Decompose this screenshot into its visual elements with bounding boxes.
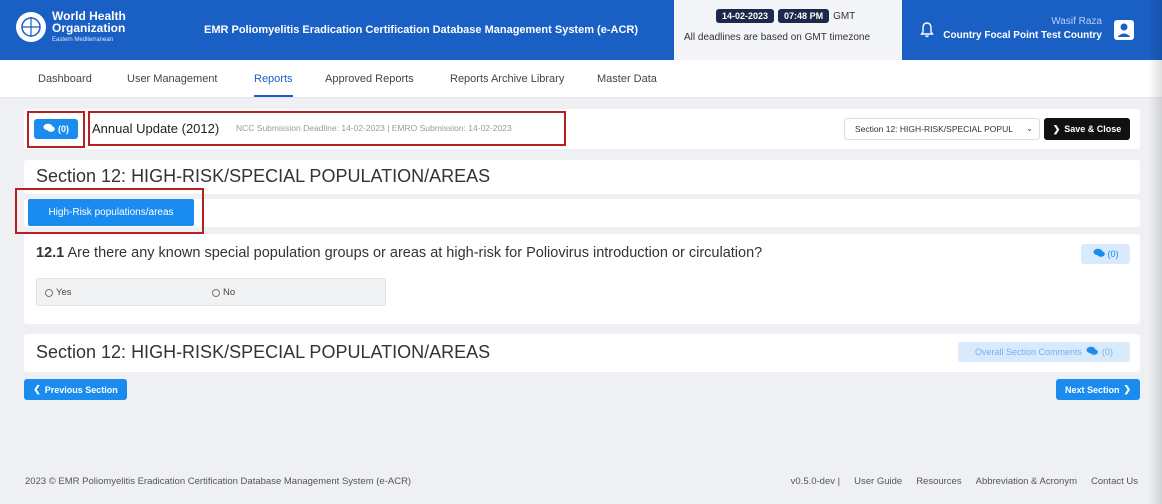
chevron-right-icon: ❯ bbox=[1123, 384, 1132, 394]
next-section-button[interactable]: Next Section ❯ bbox=[1056, 379, 1140, 400]
radio-yes[interactable]: Yes bbox=[45, 287, 72, 298]
nav-dashboard[interactable]: Dashboard bbox=[38, 73, 92, 85]
section-select-value: Section 12: HIGH-RISK/SPECIAL POPUL bbox=[855, 124, 1013, 134]
footer-copyright: 2023 © EMR Poliomyelitis Eradication Cer… bbox=[25, 476, 412, 487]
notification-bell-icon[interactable] bbox=[920, 22, 934, 38]
footer-link-contact-us[interactable]: Contact Us bbox=[1091, 476, 1138, 487]
highlight-tab bbox=[15, 188, 204, 234]
section-footer-heading: Section 12: HIGH-RISK/SPECIAL POPULATION… bbox=[36, 342, 491, 362]
question-comments-count: (0) bbox=[1107, 249, 1119, 259]
question-body: Are there any known special population g… bbox=[67, 245, 763, 261]
footer-link-resources[interactable]: Resources bbox=[916, 476, 961, 487]
user-avatar-icon[interactable] bbox=[1114, 20, 1134, 40]
save-close-label: Save & Close bbox=[1064, 124, 1122, 134]
previous-section-button[interactable]: ❮ Previous Section bbox=[24, 379, 127, 400]
radio-no[interactable]: No bbox=[212, 287, 235, 298]
section-heading: Section 12: HIGH-RISK/SPECIAL POPULATION… bbox=[36, 166, 491, 186]
question-comments-button[interactable]: (0) bbox=[1081, 244, 1130, 264]
answer-options: Yes No bbox=[36, 278, 386, 306]
user-name: Wasif Raza bbox=[1051, 16, 1102, 27]
date-badge: 14-02-2023 bbox=[716, 9, 775, 23]
footer-link-abbreviation[interactable]: Abbreviation & Acronym bbox=[976, 476, 1077, 487]
highlight-comments bbox=[27, 111, 85, 148]
question-text: 12.1 Are there any known special populat… bbox=[36, 245, 762, 261]
nav-master-data[interactable]: Master Data bbox=[597, 73, 657, 85]
footer-link-user-guide[interactable]: User Guide bbox=[854, 476, 902, 487]
time-badge: 07:48 PM bbox=[778, 9, 830, 23]
timezone-label: GMT bbox=[833, 10, 856, 22]
footer-version: v0.5.0-dev | bbox=[790, 476, 841, 487]
chevron-left-icon: ❮ bbox=[33, 384, 41, 394]
previous-section-label: Previous Section bbox=[44, 384, 118, 395]
question-number: 12.1 bbox=[36, 245, 65, 261]
chevron-down-icon: ⌄ bbox=[1026, 124, 1033, 133]
nav-reports-archive-library[interactable]: Reports Archive Library bbox=[450, 73, 564, 85]
main-nav: Dashboard User Management Reports Approv… bbox=[0, 60, 1162, 98]
logo-line-2: Organization bbox=[52, 21, 126, 35]
footer-links: v0.5.0-dev | User Guide Resources Abbrev… bbox=[791, 476, 1138, 487]
comments-icon bbox=[1086, 346, 1098, 358]
nav-reports[interactable]: Reports bbox=[254, 73, 293, 97]
radio-circle-icon bbox=[212, 288, 220, 297]
deadline-note: All deadlines are based on GMT timezone bbox=[684, 32, 871, 43]
nav-approved-reports[interactable]: Approved Reports bbox=[325, 73, 414, 85]
top-header: World Health Organization Eastern Medite… bbox=[0, 0, 1162, 60]
next-section-label: Next Section bbox=[1064, 384, 1120, 395]
overall-comments-count: (0) bbox=[1102, 347, 1114, 357]
overall-comments-label: Overall Section Comments bbox=[974, 347, 1083, 357]
version-label: v0.5.0-dev bbox=[790, 476, 836, 487]
logo-line-3: Eastern Mediterranean bbox=[52, 37, 114, 43]
who-logo[interactable]: World Health Organization Eastern Medite… bbox=[16, 10, 176, 50]
comments-icon bbox=[1093, 248, 1105, 260]
system-title: EMR Poliomyelitis Eradication Certificat… bbox=[204, 24, 638, 36]
section-select[interactable]: Section 12: HIGH-RISK/SPECIAL POPUL ⌄ bbox=[844, 118, 1040, 140]
nav-user-management[interactable]: User Management bbox=[127, 73, 218, 85]
deadline-info: 14-02-2023 07:48 PM GMT All deadlines ar… bbox=[674, 0, 902, 60]
radio-no-label: No bbox=[223, 287, 236, 298]
who-emblem-icon bbox=[16, 12, 46, 42]
overall-section-comments-button[interactable]: Overall Section Comments (0) bbox=[958, 342, 1130, 362]
radio-circle-icon bbox=[45, 288, 53, 297]
user-role: Country Focal Point Test Country bbox=[943, 30, 1102, 41]
save-close-button[interactable]: ❯ Save & Close bbox=[1044, 118, 1130, 140]
window-edge-shadow bbox=[1148, 0, 1162, 504]
highlight-report-title bbox=[88, 111, 566, 146]
radio-yes-label: Yes bbox=[56, 287, 72, 298]
chevron-right-icon: ❯ bbox=[1052, 123, 1061, 134]
